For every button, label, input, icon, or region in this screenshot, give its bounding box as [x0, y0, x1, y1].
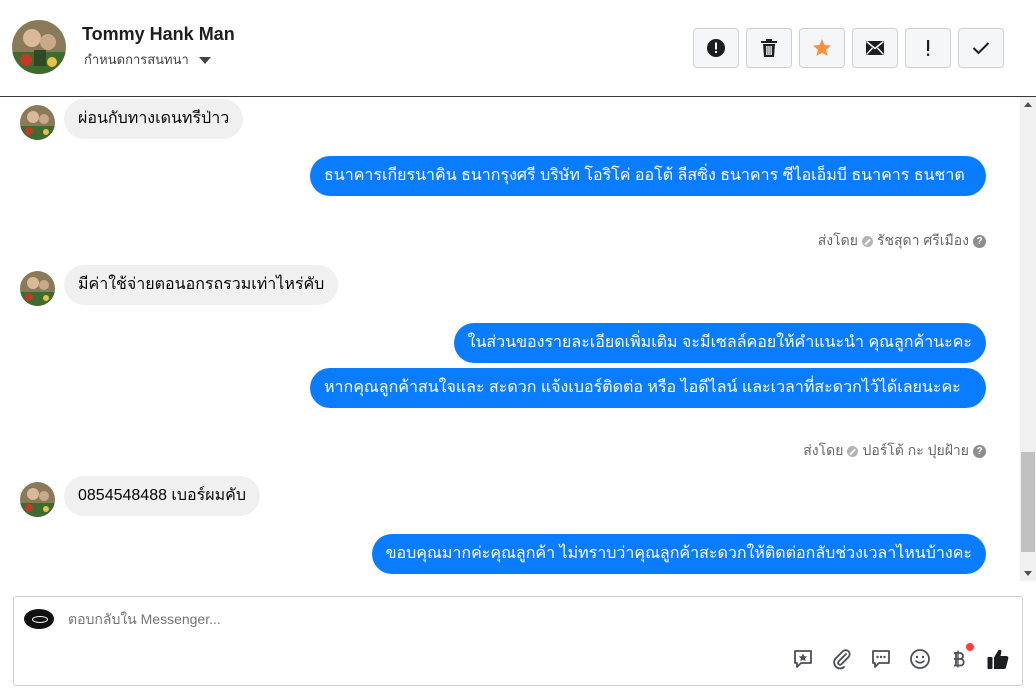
sender-name[interactable]: ปอร์โต้ กะ ปุยฝ้าย	[862, 440, 969, 462]
outgoing-message[interactable]: หากคุณลูกค้าสนใจและ สะดวก แจ้งเบอร์ติดต่…	[310, 368, 986, 408]
done-button[interactable]	[958, 28, 1004, 68]
contact-avatar[interactable]	[12, 20, 66, 74]
conversation-toolbar	[693, 28, 1004, 68]
notification-dot	[966, 643, 974, 651]
attachment-icon	[833, 649, 851, 670]
sender-name[interactable]: รัชสุดา ศรีเมือง	[877, 230, 969, 252]
sent-by-label: ส่งโดย	[803, 442, 844, 458]
spam-button[interactable]	[693, 28, 739, 68]
incoming-message[interactable]: ผ่อนกับทางเดนทรีป่าว	[64, 99, 244, 139]
contact-avatar-small	[20, 271, 55, 306]
scroll-thumb[interactable]	[1021, 452, 1035, 552]
help-icon[interactable]: ?	[973, 234, 986, 248]
chat-bubble-icon	[872, 650, 890, 668]
assign-conversation-dropdown[interactable]: กำหนดการสนทนา	[84, 49, 211, 70]
payment-button[interactable]	[947, 643, 974, 671]
contact-avatar-small	[20, 482, 55, 517]
emoji-button[interactable]	[908, 647, 932, 671]
contact-name: Tommy Hank Man	[82, 24, 235, 44]
outgoing-message[interactable]: ธนาคารเกียรนาคิน ธนากรุงศรี บริษัท โอริโ…	[310, 156, 986, 196]
alert-circle-icon	[707, 39, 725, 57]
composer-actions	[791, 643, 1010, 671]
thread-scrollbar[interactable]	[1020, 97, 1036, 581]
conversation-header: Tommy Hank Man กำหนดการสนทนา	[0, 0, 1036, 97]
reply-input[interactable]	[68, 611, 768, 627]
like-button[interactable]	[986, 647, 1010, 671]
help-icon[interactable]: ?	[973, 444, 986, 458]
envelope-icon	[865, 40, 885, 55]
thumbs-up-icon	[987, 649, 1009, 670]
page-logo	[24, 609, 54, 629]
contact-avatar-small	[20, 105, 55, 140]
check-icon	[972, 42, 990, 55]
incoming-message[interactable]: มีค่าใช้จ่ายตอนอกรถรวมเท่าไหร่คับ	[64, 265, 339, 305]
star-button[interactable]	[799, 28, 845, 68]
caret-down-icon	[198, 57, 211, 64]
sent-by-info: ส่งโดย ปอร์โต้ กะ ปุยฝ้าย ?	[803, 440, 986, 462]
exclamation-icon	[927, 40, 930, 56]
scroll-up-arrow-icon[interactable]	[1024, 102, 1032, 107]
saved-reply-icon	[794, 650, 812, 668]
assign-conversation-label: กำหนดการสนทนา	[84, 52, 189, 67]
outgoing-message[interactable]: ขอบคุณมากค่ะคุณลูกค้า ไม่ทราบว่าคุณลูกค้…	[371, 534, 986, 574]
attach-file-button[interactable]	[830, 647, 854, 671]
trash-icon	[761, 39, 777, 57]
message-thread: ผ่อนกับทางเดนทรีป่าว ธนาคารเกียรนาคิน ธน…	[0, 97, 1020, 581]
reply-composer	[13, 596, 1023, 686]
sent-by-label: ส่งโดย	[817, 232, 858, 248]
scroll-down-arrow-icon[interactable]	[1024, 571, 1032, 576]
baht-payment-icon	[954, 650, 965, 668]
incoming-message[interactable]: 0854548488 เบอร์ผมคับ	[64, 476, 261, 516]
delete-button[interactable]	[746, 28, 792, 68]
star-icon	[813, 39, 831, 56]
saved-reply-button[interactable]	[791, 647, 815, 671]
follow-up-button[interactable]	[905, 28, 951, 68]
agent-status-icon	[861, 235, 873, 247]
emoji-icon	[910, 649, 930, 669]
sent-by-info: ส่งโดย รัชสุดา ศรีเมือง ?	[818, 230, 986, 252]
outgoing-message[interactable]: ในส่วนของรายละเอียดเพิ่มเติม จะมีเซลล์คอ…	[453, 323, 986, 363]
mark-unread-button[interactable]	[852, 28, 898, 68]
agent-status-icon	[847, 445, 859, 457]
quick-reply-button[interactable]	[869, 647, 893, 671]
